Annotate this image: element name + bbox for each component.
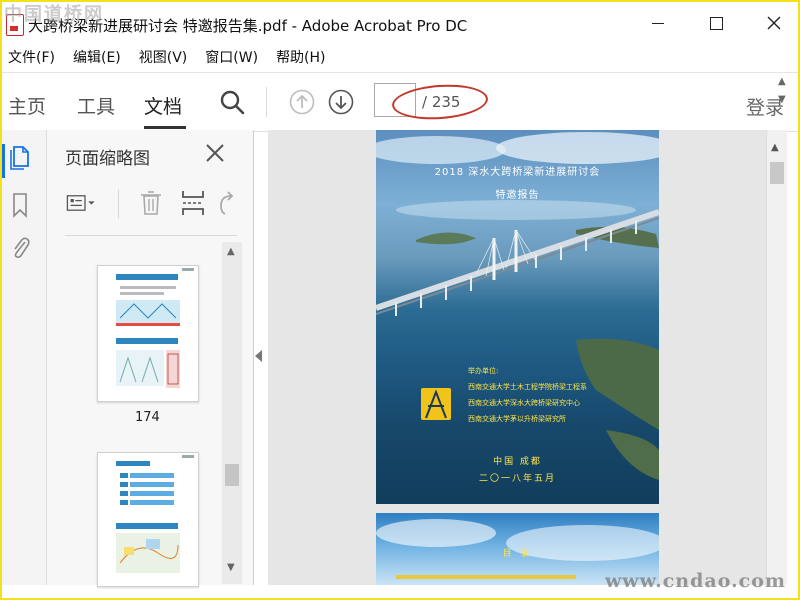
close-icon xyxy=(767,16,781,30)
panel-toolbar xyxy=(65,188,235,222)
panel-tool-divider xyxy=(118,190,119,218)
cover-subtitle: 特邀报告 xyxy=(495,190,540,201)
thumbnails-scroll-up-icon[interactable]: ▲ xyxy=(227,246,235,257)
document-scrollbar[interactable]: ▲ xyxy=(766,130,787,585)
thumbnails-scroll-down-icon[interactable]: ▼ xyxy=(227,562,235,573)
cover-organizer: 西南交通大学土木工程学院桥梁工程系 xyxy=(468,383,587,391)
tab-tools[interactable]: 工具 xyxy=(77,92,115,119)
thumbnails-scrollbar[interactable] xyxy=(222,242,242,584)
contents-heading: 目 录 xyxy=(502,549,533,559)
close-panel-icon[interactable] xyxy=(204,142,226,164)
thumbnail-page-label: 174 xyxy=(135,410,160,425)
menu-edit[interactable]: 编辑(E) xyxy=(73,47,121,67)
cover-organizer: 西南交通大学深水大跨桥梁研究中心 xyxy=(468,399,580,407)
bookmark-icon[interactable] xyxy=(9,192,31,218)
extract-pages-icon[interactable] xyxy=(177,188,209,218)
delete-page-icon[interactable] xyxy=(135,188,167,218)
title-bar: 大跨桥梁新进展研讨会 特邀报告集.pdf - Adobe Acrobat Pro… xyxy=(2,2,798,44)
cover-date: 二〇一八年五月 xyxy=(478,474,556,484)
pdf-page-cover: 2018 深水大跨桥梁新进展研讨会 特邀报告 举办单位: 西南交通大学土木工程学… xyxy=(376,130,659,504)
cover-organizer: 西南交通大学茅以升桥梁研究所 xyxy=(468,415,566,423)
menu-file[interactable]: 文件(F) xyxy=(8,47,55,67)
navigation-pane-strip xyxy=(2,130,47,585)
next-page-icon[interactable] xyxy=(328,89,354,115)
document-view[interactable]: 2018 深水大跨桥梁新进展研讨会 特邀报告 举办单位: 西南交通大学土木工程学… xyxy=(268,130,766,585)
active-tab-indicator xyxy=(144,126,186,129)
toolbar-scroll-up-icon[interactable]: ▲ xyxy=(778,76,786,87)
page-thumbnail-174[interactable] xyxy=(97,265,199,402)
menu-view[interactable]: 视图(V) xyxy=(139,47,188,67)
collapse-panel-icon[interactable] xyxy=(255,350,262,362)
menu-bar: 文件(F) 编辑(E) 视图(V) 窗口(W) 帮助(H) xyxy=(2,44,798,70)
thumbnail-options-icon[interactable] xyxy=(65,188,97,218)
cover-organizers-label: 举办单位: xyxy=(468,367,499,375)
tab-home[interactable]: 主页 xyxy=(8,92,46,119)
panel-title: 页面缩略图 xyxy=(65,149,150,169)
menu-help[interactable]: 帮助(H) xyxy=(276,47,325,67)
active-pane-indicator xyxy=(2,144,5,178)
previous-page-icon[interactable] xyxy=(289,89,315,115)
thumbnails-scroll-thumb[interactable] xyxy=(225,464,239,486)
cover-title: 2018 深水大跨桥梁新进展研讨会 xyxy=(434,167,601,178)
search-icon[interactable] xyxy=(219,89,245,115)
close-button[interactable] xyxy=(746,2,800,44)
site-watermark: 中国道桥网 xyxy=(4,4,104,25)
maximize-icon xyxy=(709,16,723,30)
panel-divider xyxy=(65,235,237,236)
document-scroll-thumb[interactable] xyxy=(770,162,784,184)
thumbnails-panel: 页面缩略图 174 ▲ ▼ xyxy=(47,130,254,587)
menu-window[interactable]: 窗口(W) xyxy=(205,47,258,67)
maximize-button[interactable] xyxy=(688,2,744,44)
thumbnail-174-preview xyxy=(98,266,198,401)
page-thumbnail-175[interactable] xyxy=(97,452,199,587)
rotate-page-icon[interactable] xyxy=(213,188,235,218)
site-url-watermark: www.cndao.com xyxy=(604,570,786,592)
minimize-icon xyxy=(652,22,664,24)
document-scroll-up-icon[interactable]: ▲ xyxy=(771,142,779,153)
thumbnail-175-preview xyxy=(98,453,198,586)
attachment-icon[interactable] xyxy=(9,234,31,260)
cover-location: 中国 成都 xyxy=(493,457,542,467)
page-thumbnails-icon[interactable] xyxy=(9,144,31,170)
minimize-button[interactable] xyxy=(630,2,686,44)
toolbar-scroll-down-icon[interactable]: ▼ xyxy=(778,94,786,105)
toolbar-divider xyxy=(266,87,267,117)
tab-document[interactable]: 文档 xyxy=(144,92,182,119)
